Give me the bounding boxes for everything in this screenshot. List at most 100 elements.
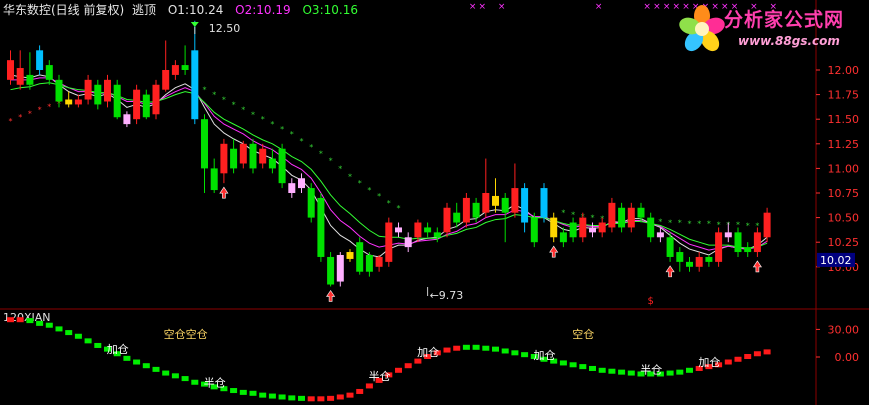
candle-body [191, 50, 199, 120]
candle-body [589, 227, 596, 233]
trailing-stop-dot: * [300, 137, 304, 146]
position-signal-label: 空仓 [572, 327, 594, 341]
indicator-bar [492, 346, 499, 352]
candle-body [676, 252, 684, 262]
candle-body [598, 222, 606, 233]
candle-body [705, 256, 713, 262]
signal-cross-marker: × [653, 2, 661, 12]
candle-body [627, 207, 635, 228]
candle-body [608, 202, 616, 228]
candle-body [220, 143, 228, 174]
y-tick-label: 10.25 [828, 236, 860, 249]
signal-cross-marker: × [643, 2, 651, 12]
chart-canvas: 12.00 11.75 11.50 11.25 11.00 10.75 10.50 10.25… [0, 0, 869, 405]
candle-body [637, 207, 645, 218]
y-tick-label: 10.50 [828, 212, 860, 225]
trailing-stop-dot: * [658, 218, 662, 227]
candle-body [74, 99, 82, 105]
indicator-bar [65, 330, 73, 336]
trailing-stop-dot: * [28, 109, 32, 118]
indicator-bar [608, 368, 616, 374]
indicator-bar [133, 359, 141, 365]
trailing-stop-dot: * [329, 157, 333, 166]
candle-body [686, 261, 693, 267]
low-price-label: ←9.73 [430, 289, 464, 302]
logo-url: www.88gs.com [738, 34, 840, 48]
position-signal-label: 半仓 [640, 362, 662, 376]
signal-cross-marker: × [498, 2, 506, 12]
candle-body [404, 237, 412, 248]
position-signal-label: 半仓 [204, 375, 226, 389]
trailing-stop-dot: * [707, 220, 711, 229]
trailing-stop-dot: * [212, 91, 216, 100]
candle-body [104, 79, 111, 102]
indicator-bar [36, 320, 44, 326]
trailing-stop-dot: * [338, 164, 342, 173]
candle-body [16, 68, 24, 85]
indicator-bar [569, 362, 577, 368]
candle-body [395, 227, 402, 233]
candle-body [288, 183, 296, 193]
dollar-signal-label: $ [648, 296, 654, 307]
trailing-stop-dot: * [47, 102, 51, 111]
candle-body [753, 232, 761, 253]
candle-body [210, 168, 218, 191]
indicator-bar [559, 360, 567, 366]
high-marker-icon [190, 22, 199, 27]
trailing-stop-dot: * [309, 143, 313, 152]
indicator-bar [734, 356, 742, 362]
indicator-bar [259, 392, 267, 398]
indicator-bar [666, 370, 674, 376]
candle-body [385, 222, 393, 262]
signal-cross-marker: × [663, 2, 671, 12]
candle-body [744, 247, 752, 253]
trailing-stop-dot: * [746, 221, 750, 230]
trailing-stop-dot: * [348, 172, 352, 181]
candle-body [346, 252, 354, 259]
candle-body [201, 119, 208, 169]
indicator-bar [268, 393, 276, 399]
indicator-bar [744, 354, 752, 359]
trailing-stop-dot: * [38, 105, 42, 114]
candle-body [414, 222, 422, 238]
indicator-bar [152, 366, 160, 372]
indicator-bar [278, 394, 286, 400]
candle-body [462, 197, 470, 223]
indicator-bar [482, 345, 490, 351]
indicator-bar [589, 365, 596, 371]
indicator-bar [395, 367, 402, 373]
chart-window: 华东数控(日线 前复权) 逃顶 O1:10.24 O2:10.19 O3:10.… [0, 0, 869, 405]
candle-body [492, 195, 499, 206]
candle-body [724, 232, 732, 238]
indicator-bar [162, 370, 170, 376]
signal-cross-marker: × [595, 2, 603, 12]
candle-body [695, 256, 703, 267]
trailing-stop-dot: * [688, 220, 692, 229]
candle-body [307, 188, 315, 218]
candle-body [336, 254, 344, 282]
trailing-stop-dot: * [561, 209, 565, 218]
candle-body [433, 232, 441, 238]
candle-body [569, 222, 577, 238]
candle-body [171, 65, 179, 75]
trailing-stop-dot: * [358, 179, 362, 188]
candle-body [268, 158, 276, 169]
indicator-bar [472, 344, 480, 350]
indicator-bar [230, 388, 238, 394]
indicator-bar [288, 395, 296, 401]
indicator-bar [627, 370, 635, 376]
trailing-stop-dot: * [261, 115, 265, 124]
indicator-bar [686, 367, 693, 373]
indicator-bar [16, 317, 24, 323]
y-tick-label: 11.00 [828, 162, 860, 175]
candle-body [365, 254, 373, 272]
indicator-bar [462, 344, 470, 350]
indicator-bar [26, 318, 34, 324]
indicator-bar [298, 395, 305, 401]
candle-body [259, 148, 267, 164]
y-tick-label: 12.00 [828, 64, 860, 77]
candle-body [45, 65, 53, 80]
candle-body [501, 197, 509, 213]
position-signal-label: 加仓 [107, 342, 129, 356]
position-signal-label: 空仓空仓 [164, 327, 208, 341]
